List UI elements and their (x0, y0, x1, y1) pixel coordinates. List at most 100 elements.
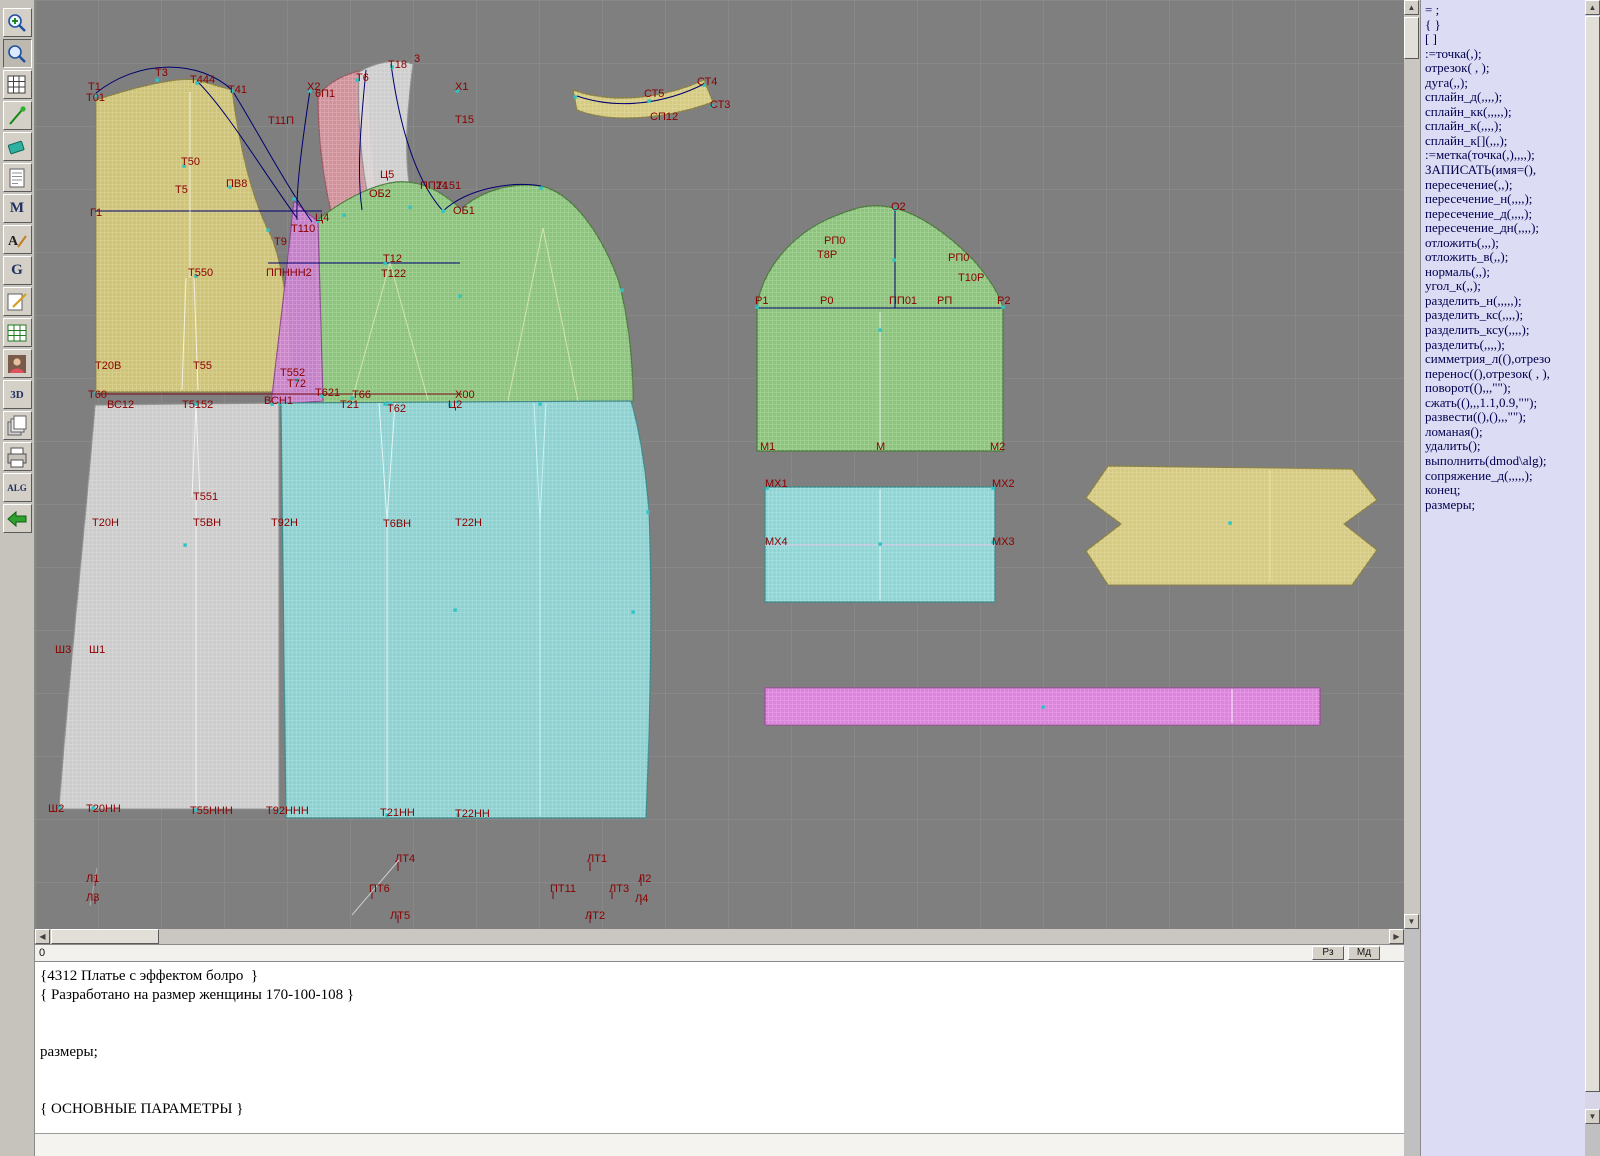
drawing-canvas[interactable]: Т1Т01Т3Т444Т41Х26П1Т6Т183Х1Т15Т11ПСТ5СТ4… (35, 0, 1404, 929)
command-item[interactable]: угол_к(,,); (1425, 279, 1585, 294)
scroll-up-button[interactable]: ▲ (1404, 0, 1419, 15)
command-item[interactable]: пересечение_дн(,,,,); (1425, 221, 1585, 236)
command-item[interactable]: пересечение_н(,,,,); (1425, 192, 1585, 207)
point-label: Т20В (95, 360, 121, 372)
back-button[interactable] (3, 504, 32, 533)
command-item[interactable]: разделить_кс(,,,,); (1425, 308, 1585, 323)
algorithm-editor[interactable]: {4312 Платье с эффектом болро }{ Разрабо… (35, 961, 1404, 1133)
point-label: Т6 (356, 72, 369, 84)
command-item[interactable]: развести((),(),,,""); (1425, 410, 1585, 425)
graphics-button[interactable]: G (3, 256, 32, 285)
mode-rz-button[interactable]: Рз (1312, 946, 1344, 960)
palette-scrollbar[interactable]: ▲ ▼ (1585, 0, 1600, 1124)
command-item[interactable]: сжать((),,,1.1,0.9,""); (1425, 396, 1585, 411)
command-item[interactable]: разделить(,,,,); (1425, 338, 1585, 353)
command-item[interactable]: размеры; (1425, 498, 1585, 513)
point-label: Т18 (388, 59, 407, 71)
point-label: Г1 (90, 207, 102, 219)
command-item[interactable]: сплайн_кк(,,,,,); (1425, 105, 1585, 120)
view-3d-button[interactable]: 3D (3, 380, 32, 409)
text-tool-button[interactable]: A (3, 225, 32, 254)
command-item[interactable]: отложить_в(,,); (1425, 250, 1585, 265)
command-item[interactable]: сплайн_к[](,,,); (1425, 134, 1585, 149)
command-item[interactable]: отрезок( , ); (1425, 61, 1585, 76)
command-item[interactable]: ломаная(); (1425, 425, 1585, 440)
editor-line: размеры; (40, 1043, 1404, 1062)
command-item[interactable]: удалить(); (1425, 439, 1585, 454)
vscroll-thumb[interactable] (1404, 17, 1419, 59)
point-label: 6П1 (315, 88, 335, 100)
control-point (458, 294, 461, 297)
point-label: МХ3 (992, 536, 1015, 548)
command-item[interactable]: сопряжение_д(,,,,,); (1425, 469, 1585, 484)
command-item[interactable]: сплайн_д(,,,,); (1425, 90, 1585, 105)
zoom-button[interactable] (3, 39, 32, 68)
point-label: СП12 (650, 111, 678, 123)
point-label: Т621 (315, 387, 340, 399)
control-point (620, 288, 623, 291)
hscroll-thumb[interactable] (51, 929, 159, 944)
layers-button[interactable] (3, 411, 32, 440)
command-item[interactable]: :=метка(точка(,),,,,); (1425, 148, 1585, 163)
point-label: М2 (990, 441, 1005, 453)
palette-scroll-thumb[interactable] (1585, 16, 1600, 1092)
command-item[interactable]: :=точка(,); (1425, 47, 1585, 62)
command-item[interactable]: разделить_н(,,,,,); (1425, 294, 1585, 309)
command-item[interactable]: конец; (1425, 483, 1585, 498)
mode-md-button[interactable]: Мд (1348, 946, 1380, 960)
editor-line (40, 1062, 1404, 1081)
algorithms-button[interactable]: ALG (3, 473, 32, 502)
command-item[interactable]: { } (1425, 18, 1585, 33)
command-item[interactable]: поворот((),,,""); (1425, 381, 1585, 396)
notes-button[interactable] (3, 163, 32, 192)
piece-back-bodice-texture (96, 79, 293, 392)
model-photo-button[interactable] (3, 349, 32, 378)
editor-line (40, 1005, 1404, 1024)
point-label: РП0 (948, 252, 969, 264)
command-item[interactable]: разделить_ксу(,,,,); (1425, 323, 1585, 338)
point-label: Т10Р (958, 272, 984, 284)
point-label: Т01 (86, 92, 105, 104)
command-item[interactable]: сплайн_к(,,,,); (1425, 119, 1585, 134)
measurements-button[interactable]: M (3, 194, 32, 223)
construction-line (297, 90, 310, 220)
print-button[interactable] (3, 442, 32, 471)
table-button[interactable] (3, 318, 32, 347)
point-label: Т12 (383, 253, 402, 265)
palette-scroll-up-button[interactable]: ▲ (1585, 0, 1600, 15)
command-item[interactable]: выполнить(dmod\alg); (1425, 454, 1585, 469)
palette-scroll-down-button[interactable]: ▼ (1585, 1109, 1600, 1124)
point-label: Ш3 (55, 644, 71, 656)
point-label: ВС12 (107, 399, 134, 411)
point-label: СТ3 (710, 99, 730, 111)
command-item[interactable]: дуга(,,); (1425, 76, 1585, 91)
editor-bottom-strip (35, 1133, 1404, 1156)
canvas-vscrollbar[interactable]: ▲ ▼ (1404, 0, 1420, 929)
command-item[interactable]: = ; (1425, 3, 1585, 18)
sketch-button[interactable] (3, 287, 32, 316)
editor-line: { Разработано на размер женщины 170-100-… (40, 986, 1404, 1005)
grid-button[interactable] (3, 70, 32, 99)
command-item[interactable]: ЗАПИСАТЬ(имя=(), (1425, 163, 1585, 178)
control-point (266, 228, 269, 231)
command-item[interactable]: нормаль(,,); (1425, 265, 1585, 280)
command-item[interactable]: перенос((),отрезок( , ), (1425, 367, 1585, 382)
scroll-right-button[interactable]: ▶ (1389, 929, 1404, 944)
command-item[interactable]: отложить(,,,); (1425, 236, 1585, 251)
point-label: М1 (760, 441, 775, 453)
command-item[interactable]: симметрия_л((),отрезо (1425, 352, 1585, 367)
scroll-down-button[interactable]: ▼ (1404, 914, 1419, 929)
eraser-button[interactable] (3, 132, 32, 161)
command-item[interactable]: пересечение_д(,,,,); (1425, 207, 1585, 222)
canvas-hscrollbar[interactable]: ◀ ▶ (35, 929, 1404, 944)
scroll-left-button[interactable]: ◀ (35, 929, 50, 944)
point-label: Т20НН (86, 803, 121, 815)
command-palette: = ;{ }[ ]:=точка(,);отрезок( , );дуга(,,… (1420, 0, 1585, 1156)
point-label: ОБ1 (453, 205, 475, 217)
zoom-in-button[interactable] (3, 8, 32, 37)
pin-button[interactable] (3, 101, 32, 130)
command-item[interactable]: пересечение(,,); (1425, 178, 1585, 193)
command-item[interactable]: [ ] (1425, 32, 1585, 47)
zoom-in-icon (5, 11, 29, 35)
point-label: Р0 (820, 295, 833, 307)
